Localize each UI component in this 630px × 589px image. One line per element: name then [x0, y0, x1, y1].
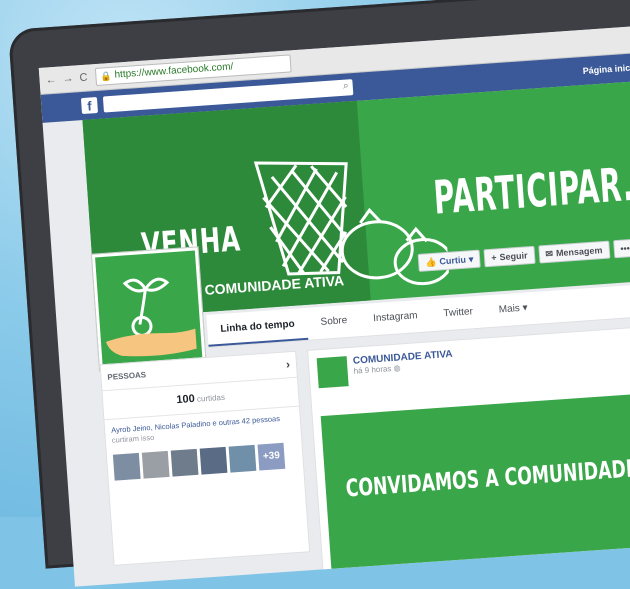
- avatar[interactable]: [199, 446, 228, 475]
- facebook-logo-icon[interactable]: f: [80, 96, 99, 115]
- tab-more[interactable]: Mais ▾: [485, 292, 542, 328]
- browser-screen: ← → C 🔒 https://www.facebook.com/ f ⌕ Pá…: [38, 23, 630, 587]
- lock-icon: 🔒: [100, 70, 112, 82]
- message-icon: ✉: [545, 248, 554, 260]
- post-time-text: há 9 horas: [353, 364, 392, 376]
- cover-text-participar: PARTICIPAR.: [431, 156, 630, 225]
- chevron-down-icon: ▾: [468, 254, 474, 265]
- thumbs-up-icon: 👍: [424, 256, 437, 268]
- more-friends-count[interactable]: +39: [257, 442, 286, 471]
- people-header-label: PESSOAS: [107, 370, 147, 382]
- monitor-frame: ← → C 🔒 https://www.facebook.com/ f ⌕ Pá…: [8, 0, 630, 587]
- tab-twitter[interactable]: Twitter: [429, 295, 487, 331]
- more-options-button[interactable]: •••: [612, 238, 630, 259]
- avatar[interactable]: [170, 448, 199, 477]
- chevron-right-icon[interactable]: ›: [286, 357, 291, 371]
- post-image-caption: CONVIDAMOS A COMUNIDADE: [344, 454, 630, 503]
- tab-instagram[interactable]: Instagram: [359, 299, 432, 336]
- profile-picture[interactable]: [91, 247, 206, 371]
- liked-label: Curtiu: [439, 254, 467, 267]
- avatar[interactable]: [228, 444, 257, 473]
- tab-more-label: Mais: [498, 302, 521, 316]
- basket-illustration-icon: [253, 161, 450, 286]
- tab-timeline[interactable]: Linha do tempo: [206, 307, 309, 347]
- back-button[interactable]: ←: [45, 74, 57, 87]
- sprout-hand-icon: [105, 277, 197, 357]
- post-card: COMUNIDADE ATIVA há 9 horas ◍ CONVIDAMOS…: [307, 321, 630, 576]
- avatar[interactable]: [141, 450, 170, 479]
- avatar[interactable]: [112, 452, 141, 481]
- home-link[interactable]: Página inicial: [582, 53, 630, 85]
- follow-button[interactable]: + Seguir: [483, 245, 536, 268]
- likes-label: curtidas: [196, 392, 226, 404]
- likes-count: 100: [175, 392, 196, 407]
- post-avatar[interactable]: [316, 356, 349, 389]
- search-icon[interactable]: ⌕: [343, 80, 349, 91]
- post-image[interactable]: CONVIDAMOS A COMUNIDADE: [320, 388, 630, 576]
- plus-icon: +: [490, 252, 497, 263]
- follow-label: Seguir: [499, 250, 528, 263]
- people-card: PESSOAS › 100 curtidas Ayrob Jeino, Nico…: [99, 350, 311, 566]
- reload-button[interactable]: C: [79, 72, 88, 85]
- tab-about[interactable]: Sobre: [307, 304, 362, 340]
- url-text: https://www.facebook.com/: [114, 61, 234, 81]
- message-label: Mensagem: [555, 245, 603, 259]
- globe-icon: ◍: [393, 363, 401, 373]
- forward-button[interactable]: →: [62, 73, 74, 86]
